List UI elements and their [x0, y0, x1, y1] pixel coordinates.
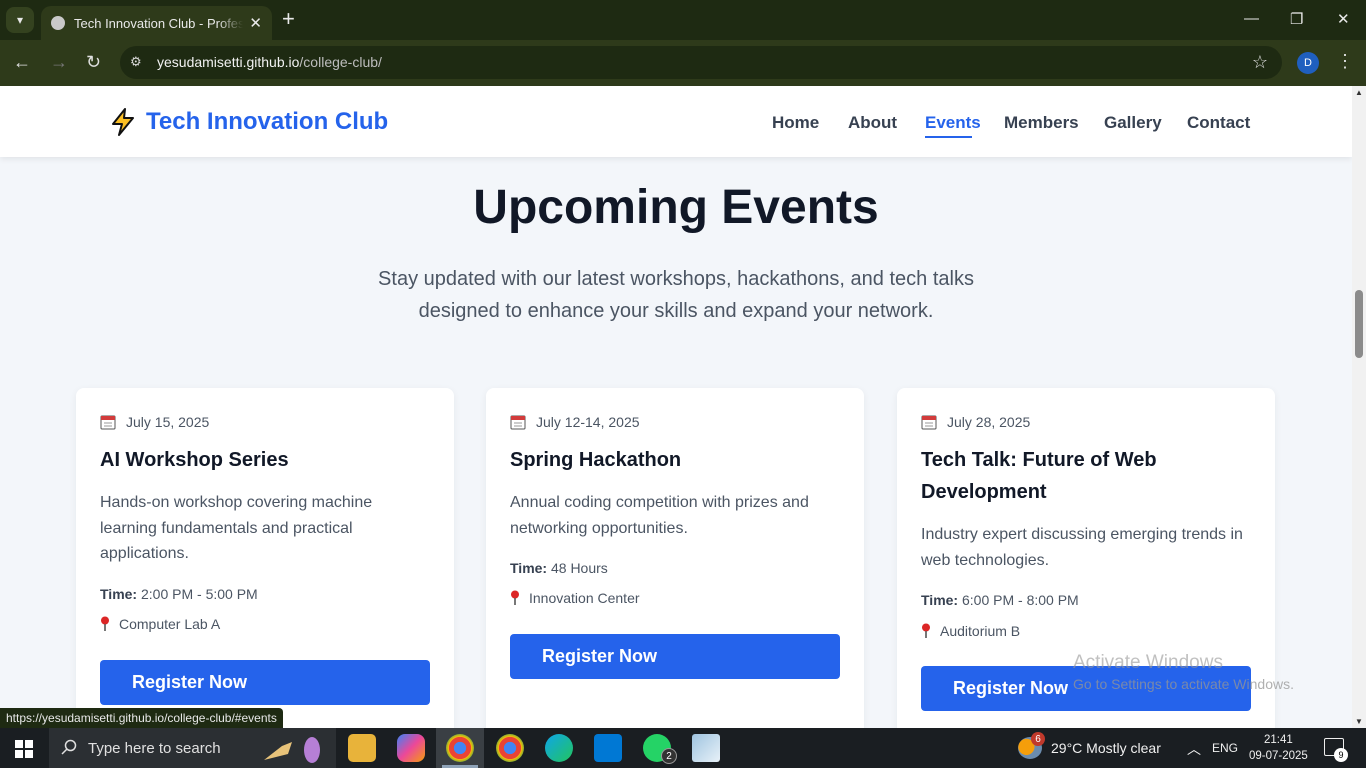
event-title: AI Workshop Series	[100, 449, 289, 471]
restore-icon[interactable]: ❐	[1290, 10, 1303, 28]
back-arrow-icon[interactable]: ←	[13, 52, 31, 73]
site-logo[interactable]: Tech Innovation Club	[108, 107, 388, 137]
taskbar-clock[interactable]: 21:41 09-07-2025	[1249, 732, 1308, 764]
nav-gallery[interactable]: Gallery	[1104, 113, 1162, 133]
pin-icon	[511, 590, 519, 605]
forward-arrow-icon[interactable]: →	[50, 52, 68, 73]
page-viewport: Tech Innovation Club Home About Events M…	[0, 86, 1352, 728]
scroll-thumb[interactable]	[1355, 290, 1363, 358]
globe-icon	[51, 16, 65, 30]
calendar-icon	[921, 415, 937, 430]
activate-windows-hint: Go to Settings to activate Windows.	[1073, 676, 1294, 692]
notepad-icon[interactable]	[692, 734, 720, 762]
nav-members[interactable]: Members	[1004, 113, 1079, 133]
nav-events[interactable]: Events	[925, 113, 981, 133]
window-close-icon[interactable]: ✕	[1337, 10, 1350, 28]
weather-text[interactable]: 29°C Mostly clear	[1051, 740, 1161, 756]
site-header: Tech Innovation Club Home About Events M…	[0, 86, 1352, 157]
tray-chevron-icon[interactable]: ︿	[1187, 739, 1201, 759]
scroll-down-arrow-icon[interactable]: ▼	[1355, 717, 1363, 726]
event-description: Hands-on workshop covering machine learn…	[100, 494, 373, 562]
tab-title: Tech Innovation Club - Professional	[74, 15, 244, 31]
event-location: Auditorium B	[921, 623, 1020, 639]
link-status-bar: https://yesudamisetti.github.io/college-…	[0, 708, 283, 729]
address-bar[interactable]: ⚙ yesudamisetti.github.io/college-club/ …	[120, 46, 1282, 79]
event-title: Spring Hackathon	[510, 449, 682, 471]
event-time: Time: 2:00 PM - 5:00 PM	[100, 586, 258, 602]
browser-tab[interactable]: Tech Innovation Club - Professional ✕	[41, 6, 272, 40]
site-name: Tech Innovation Club	[146, 108, 389, 135]
event-description: Annual coding competition with prizes an…	[510, 494, 809, 537]
event-location: Computer Lab A	[100, 616, 220, 632]
weather-badge: 6	[1031, 732, 1045, 746]
page-scrollbar[interactable]: ▲ ▼	[1352, 86, 1366, 728]
event-time: Time: 48 Hours	[510, 560, 608, 576]
close-tab-icon[interactable]: ✕	[249, 14, 262, 32]
nav-home[interactable]: Home	[772, 113, 819, 133]
browser-menu-icon[interactable]: ⋮	[1336, 51, 1354, 72]
event-card: July 12-14, 2025 Spring Hackathon Annual…	[486, 388, 864, 728]
tab-search-button[interactable]: ▾	[6, 7, 34, 33]
event-date: July 28, 2025	[921, 414, 1030, 430]
file-explorer-icon[interactable]	[348, 734, 376, 762]
notification-count: 9	[1334, 748, 1348, 762]
scroll-up-arrow-icon[interactable]: ▲	[1355, 88, 1363, 97]
copilot-icon[interactable]	[397, 734, 425, 762]
event-date: July 12-14, 2025	[510, 414, 640, 430]
bookmark-star-icon[interactable]: ☆	[1252, 52, 1268, 73]
event-location: Innovation Center	[510, 590, 640, 606]
whatsapp-badge: 2	[661, 748, 677, 764]
minimize-icon[interactable]: —	[1244, 10, 1259, 27]
search-highlight-icon	[264, 737, 320, 763]
register-button[interactable]: Register Now	[100, 660, 430, 705]
section-title: Upcoming Events	[473, 181, 879, 234]
event-title: Tech Talk: Future of Web Development	[921, 449, 1157, 503]
new-tab-button[interactable]: +	[282, 8, 295, 30]
calendar-icon	[100, 415, 116, 430]
edge-icon[interactable]	[545, 734, 573, 762]
url-text: yesudamisetti.github.io/college-club/	[157, 54, 382, 70]
vscode-icon[interactable]	[594, 734, 622, 762]
event-card: July 15, 2025 AI Workshop Series Hands-o…	[76, 388, 454, 728]
lightning-bolt-icon	[112, 108, 134, 136]
reload-icon[interactable]: ↻	[86, 52, 101, 73]
windows-start-icon[interactable]	[15, 740, 33, 758]
event-description: Industry expert discussing emerging tren…	[921, 526, 1243, 569]
pin-icon	[922, 623, 930, 638]
activate-windows-title: Activate Windows	[1073, 652, 1223, 673]
register-button[interactable]: Register Now	[510, 634, 840, 679]
windows-taskbar: Type here to search 2 6 29°C Mostly clea…	[0, 728, 1366, 768]
calendar-icon	[510, 415, 526, 430]
search-icon	[61, 739, 77, 755]
profile-avatar[interactable]: D	[1297, 52, 1319, 74]
browser-toolbar: ← → ↻ ⚙ yesudamisetti.github.io/college-…	[0, 40, 1366, 86]
pin-icon	[101, 616, 109, 631]
nav-about[interactable]: About	[848, 113, 897, 133]
chrome-profile-icon[interactable]	[446, 734, 474, 762]
search-placeholder: Type here to search	[88, 740, 221, 757]
language-indicator[interactable]: ENG	[1212, 741, 1238, 755]
event-time: Time: 6:00 PM - 8:00 PM	[921, 592, 1079, 608]
section-subtitle: Stay updated with our latest workshops, …	[378, 268, 974, 322]
active-nav-indicator	[925, 136, 972, 138]
site-settings-icon[interactable]: ⚙	[130, 54, 146, 70]
nav-contact[interactable]: Contact	[1187, 113, 1250, 133]
browser-tab-bar: ▾ Tech Innovation Club - Professional ✕ …	[0, 0, 1366, 40]
event-date: July 15, 2025	[100, 414, 209, 430]
chrome-icon[interactable]	[496, 734, 524, 762]
